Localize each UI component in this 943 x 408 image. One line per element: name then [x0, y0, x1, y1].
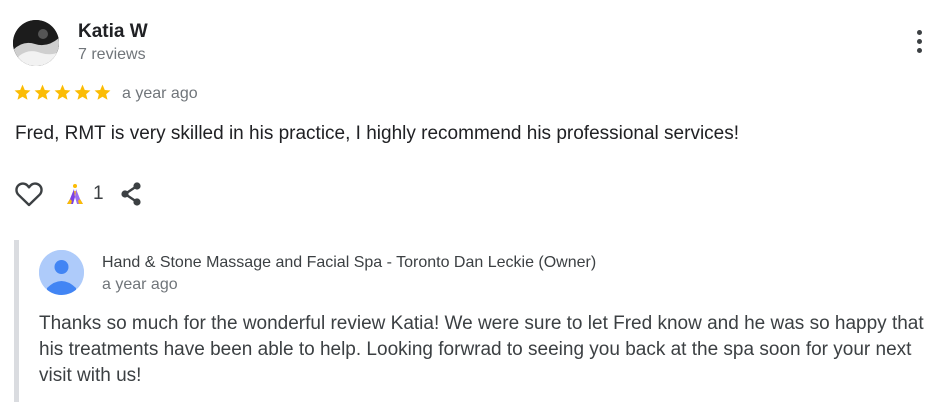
- heart-icon[interactable]: [13, 178, 45, 210]
- owner-reply-time: a year ago: [102, 276, 178, 293]
- owner-reply-divider: [14, 240, 19, 402]
- review-text: Fred, RMT is very skilled in his practic…: [15, 123, 740, 144]
- review-time: a year ago: [122, 85, 198, 102]
- owner-reply-text: Thanks so much for the wonderful review …: [39, 313, 924, 386]
- review-actions: 1: [13, 178, 144, 210]
- reaction-count: 1: [93, 183, 104, 204]
- star-icon: [74, 84, 91, 100]
- default-profile-icon[interactable]: [39, 250, 84, 295]
- star-icon: [54, 84, 71, 100]
- reaction-button[interactable]: 1: [63, 182, 104, 206]
- owner-reply-name: Hand & Stone Massage and Facial Spa - To…: [102, 254, 597, 271]
- star-icon: [14, 84, 31, 100]
- more-vert-icon[interactable]: [911, 30, 927, 60]
- star-icon: [34, 84, 51, 100]
- reviewer-avatar[interactable]: [13, 20, 59, 66]
- reviewer-name[interactable]: Katia W: [78, 21, 148, 43]
- share-icon[interactable]: [118, 180, 144, 208]
- star-rating: [13, 83, 112, 102]
- praying-hands-icon: [67, 184, 83, 204]
- star-icon: [94, 84, 111, 100]
- reviewer-review-count: 7 reviews: [78, 46, 146, 63]
